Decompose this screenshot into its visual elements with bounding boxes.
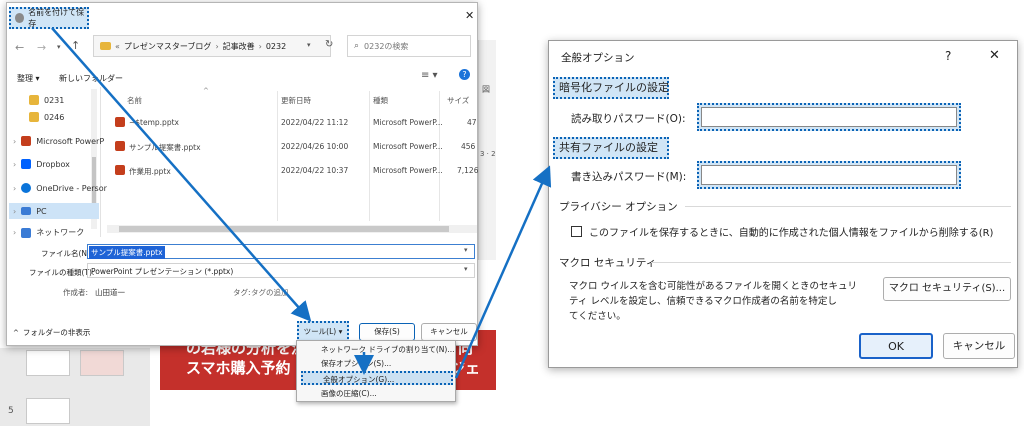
connector-arrows <box>51 27 552 379</box>
arrow-menu-to-dialog <box>454 165 552 379</box>
arrow-title-to-tools <box>51 27 312 322</box>
